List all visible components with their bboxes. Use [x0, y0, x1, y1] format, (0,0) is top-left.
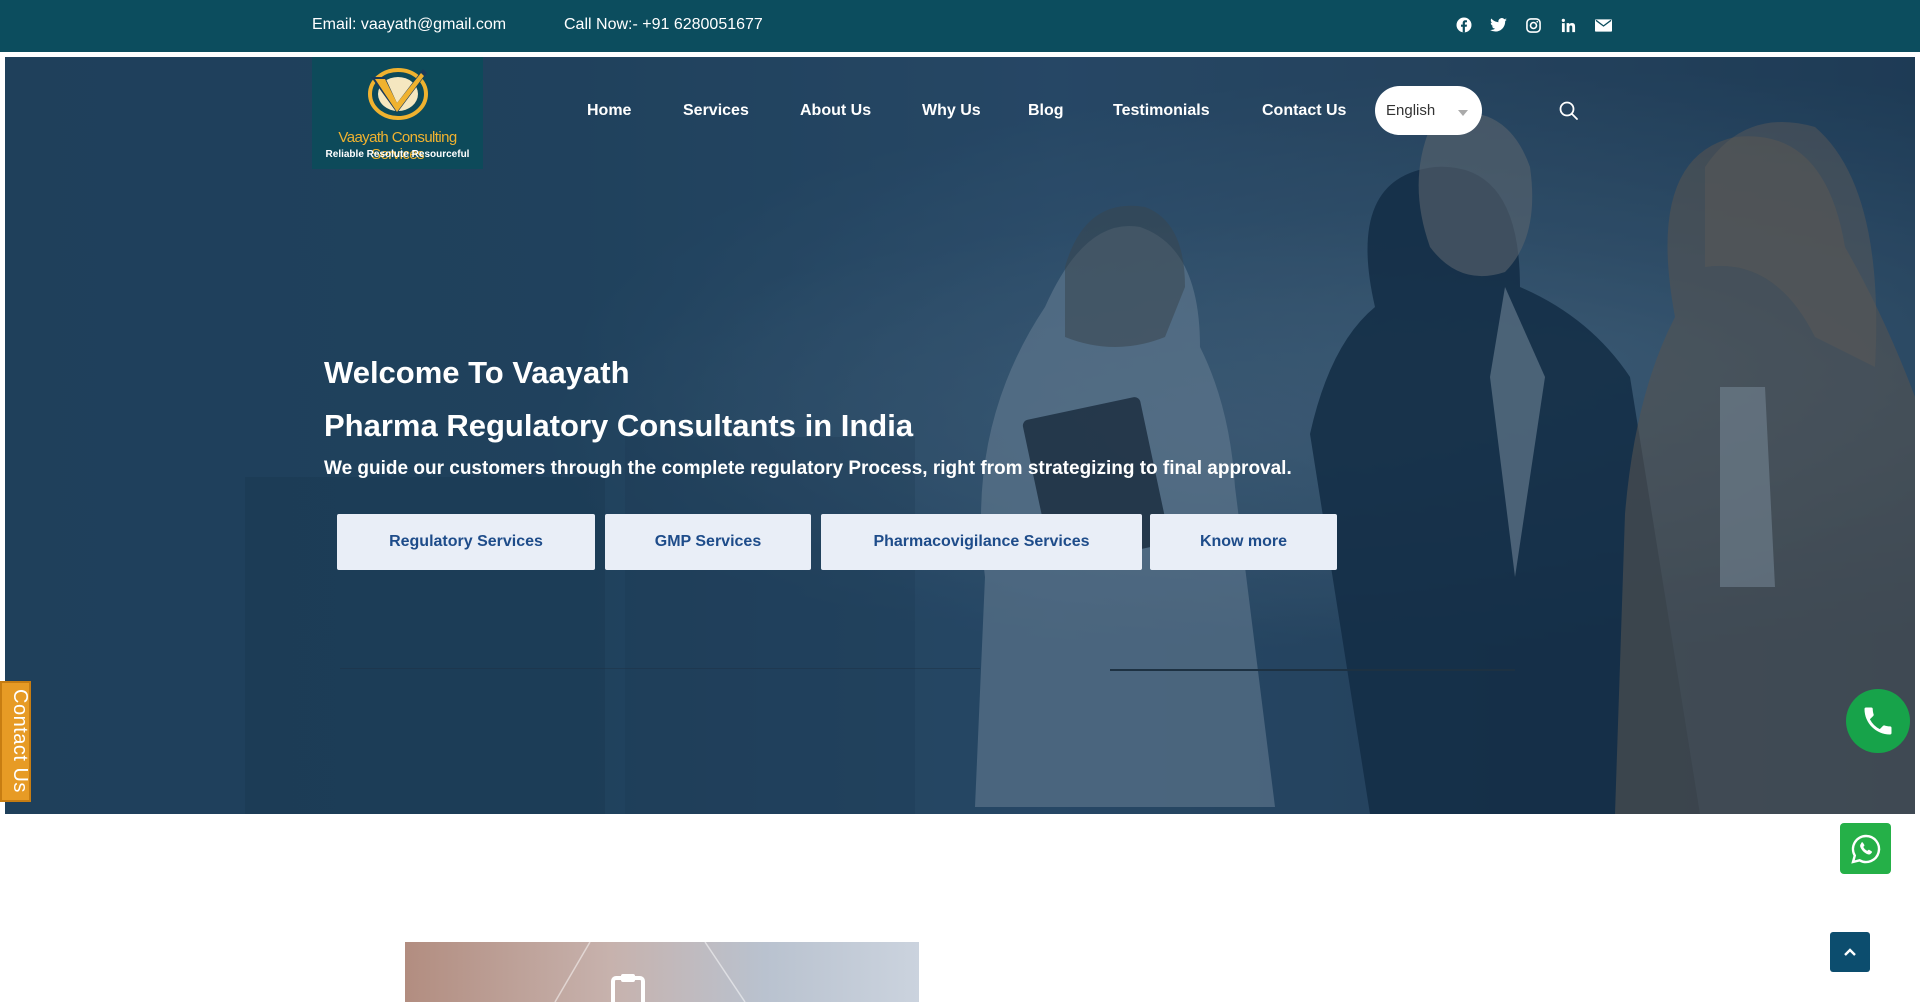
contact-phone[interactable]: Call Now:- +91 6280051677 [564, 16, 763, 34]
social-links [1446, 14, 1621, 36]
logo-check-icon [368, 68, 428, 120]
nav-why-us[interactable]: Why Us [922, 102, 981, 120]
hero-divider-dark [1110, 669, 1515, 671]
clipboard-icon [554, 942, 746, 1002]
gmp-services-button[interactable]: GMP Services [605, 514, 811, 570]
regulatory-services-button[interactable]: Regulatory Services [337, 514, 595, 570]
call-button[interactable] [1846, 689, 1910, 753]
hero-welcome: Welcome To Vaayath [324, 355, 630, 390]
nav-services[interactable]: Services [683, 102, 749, 120]
mail-icon[interactable] [1586, 14, 1621, 36]
nav-about-us[interactable]: About Us [800, 102, 871, 120]
language-selected: English [1386, 102, 1436, 119]
nav-testimonials[interactable]: Testimonials [1113, 102, 1210, 120]
logo-tagline: Reliable Resolute Resourceful [325, 149, 470, 160]
hero-overlay [5, 57, 1915, 814]
whatsapp-icon [1850, 834, 1880, 864]
hero-headline: Pharma Regulatory Consultants in India [324, 408, 914, 443]
instagram-icon[interactable] [1516, 14, 1551, 36]
nav-contact-us[interactable]: Contact Us [1262, 102, 1346, 120]
linkedin-icon[interactable] [1551, 14, 1586, 36]
chevron-down-icon [1458, 110, 1468, 116]
hero-divider [340, 668, 980, 669]
know-more-button[interactable]: Know more [1150, 514, 1337, 570]
whatsapp-button[interactable] [1840, 823, 1891, 874]
contact-us-side-tab[interactable]: Contact Us [0, 681, 31, 802]
language-select[interactable]: English [1375, 86, 1482, 135]
about-section-image [405, 942, 919, 1002]
search-icon[interactable] [1558, 100, 1580, 122]
hero-banner [5, 57, 1915, 814]
contact-email[interactable]: Email: vaayath@gmail.com [312, 16, 506, 34]
chevron-up-icon [1844, 948, 1856, 956]
nav-blog[interactable]: Blog [1028, 102, 1064, 120]
nav-home[interactable]: Home [587, 102, 631, 120]
scroll-to-top-button[interactable] [1830, 932, 1870, 972]
hero-subtitle: We guide our customers through the compl… [324, 458, 1292, 479]
twitter-icon[interactable] [1481, 14, 1516, 36]
top-bar: Email: vaayath@gmail.com Call Now:- +91 … [0, 0, 1920, 52]
facebook-icon[interactable] [1446, 14, 1481, 36]
pharmacovigilance-services-button[interactable]: Pharmacovigilance Services [821, 514, 1142, 570]
phone-icon [1864, 707, 1892, 735]
contact-us-tab-label: Contact Us [9, 689, 31, 793]
site-logo[interactable]: Vaayath Consulting Services Reliable Res… [312, 57, 483, 169]
